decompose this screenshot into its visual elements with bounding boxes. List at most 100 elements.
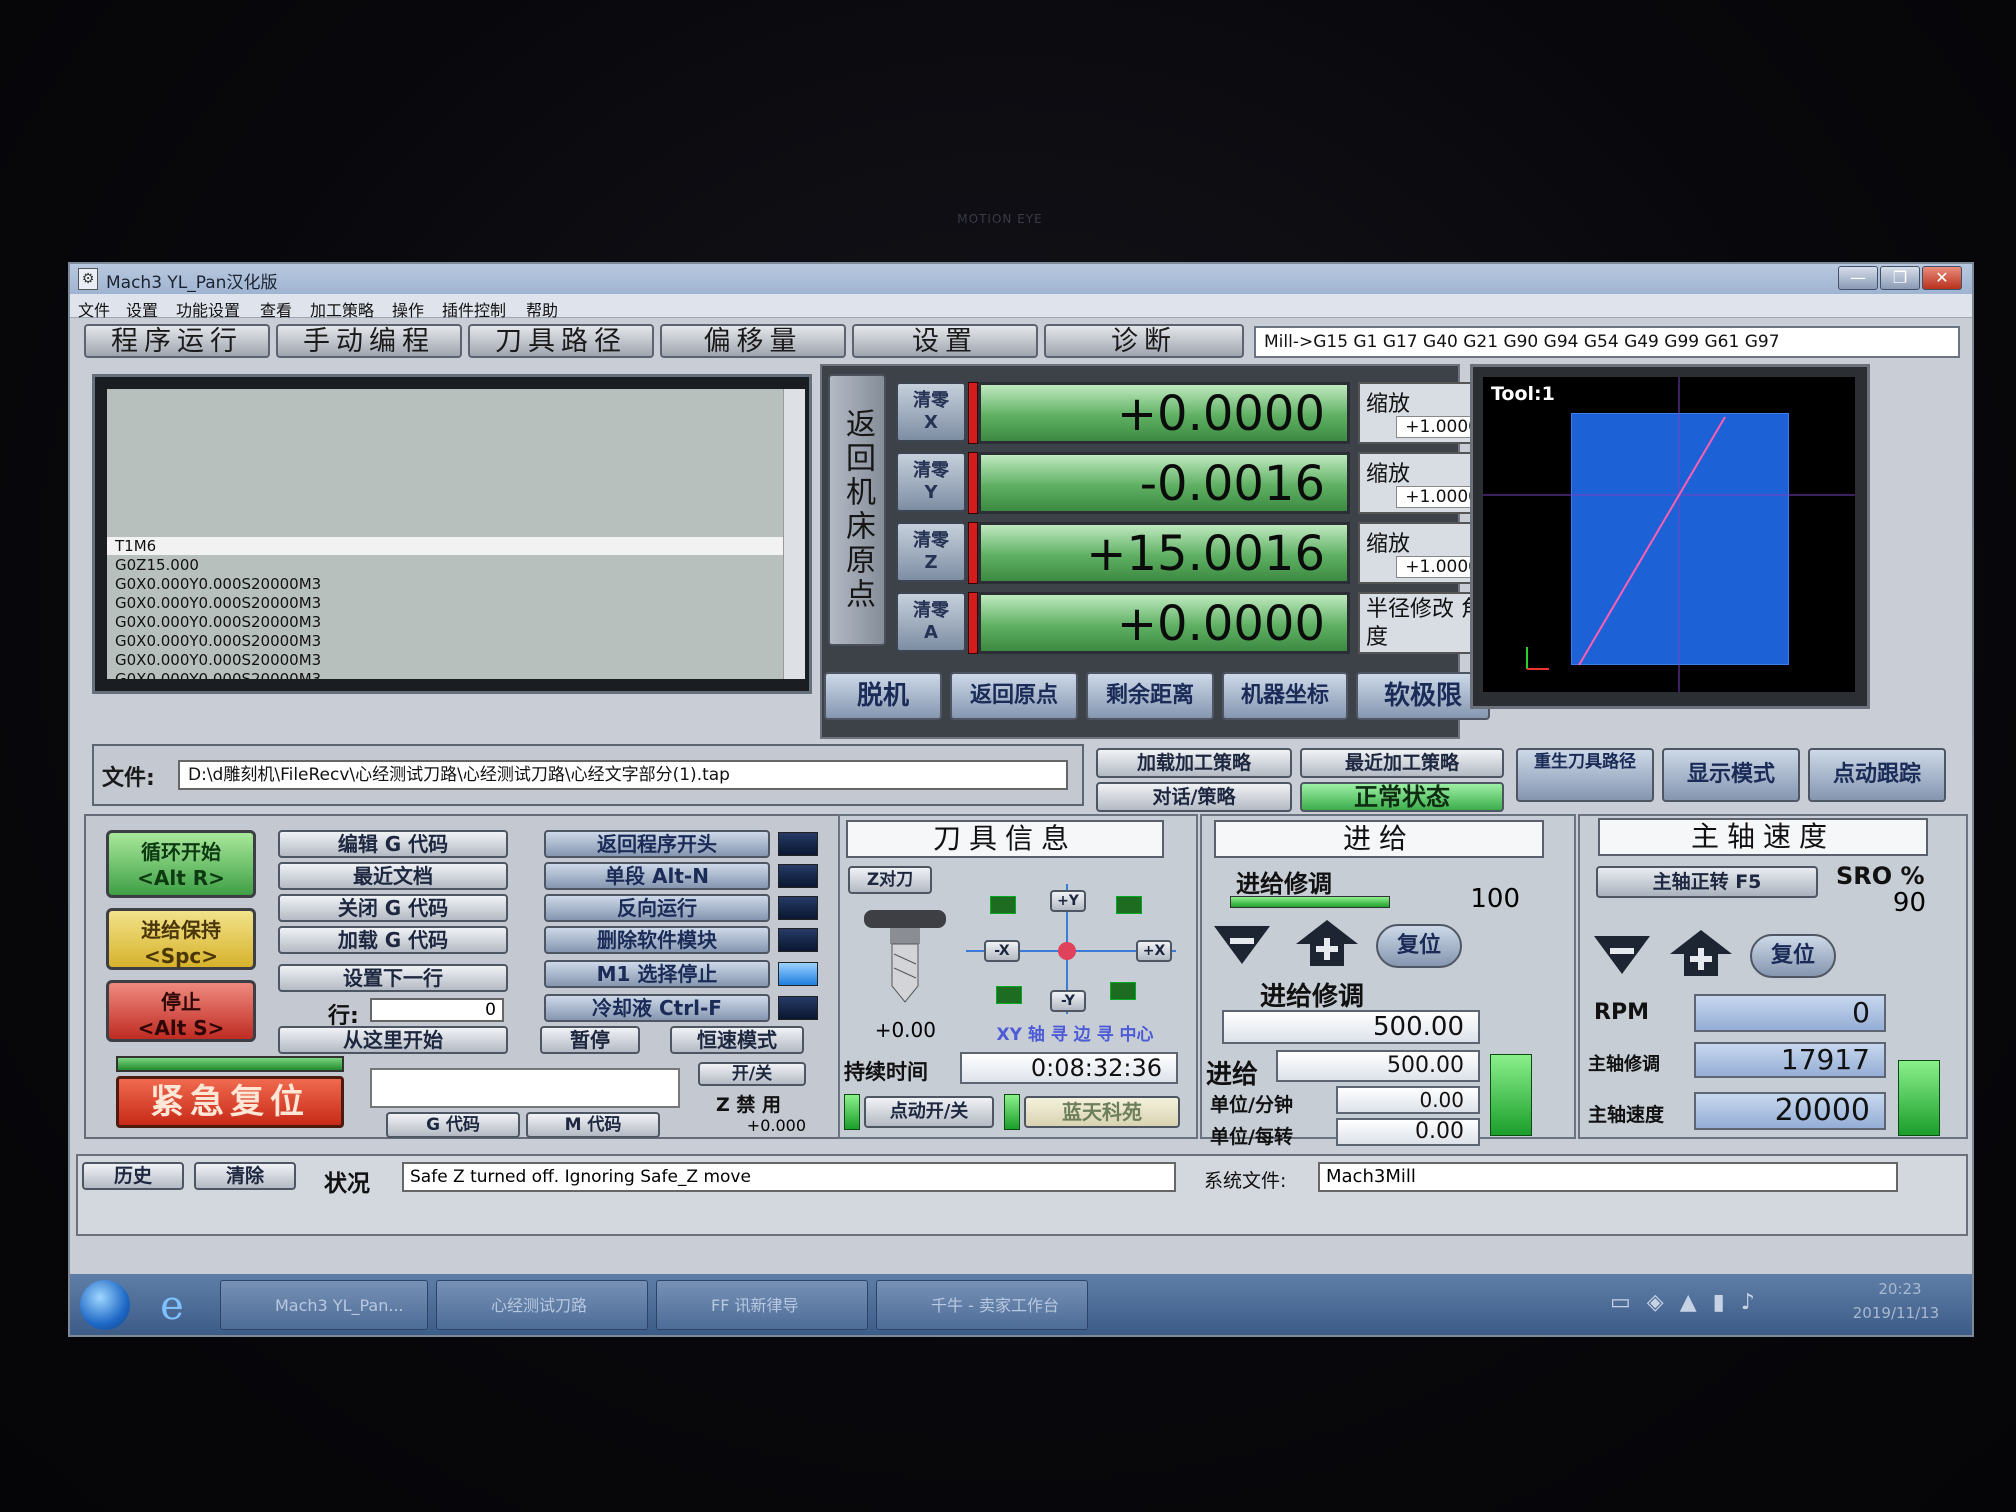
z-inhibit-toggle[interactable]: 开/关 [698,1062,806,1086]
tab-offsets[interactable]: 偏移量 [660,324,846,358]
a-dro[interactable]: +0.0000 [978,592,1350,654]
feed-hold-button[interactable]: 进给保持 <Spc> [106,908,256,970]
taskbar-mach3[interactable]: Mach3 YL_Pan... [220,1280,428,1330]
arrow-up-icon [1670,930,1732,976]
set-next-line-button[interactable]: 设置下一行 [278,964,508,992]
taskbar-qianniu[interactable]: 千牛 - 卖家工作台 [876,1280,1088,1330]
menu-function-config[interactable]: 功能设置 [176,297,240,321]
menu-view[interactable]: 查看 [260,297,292,321]
monitor-logo: MOTION EYE [957,212,1043,226]
edge-led-ur[interactable] [1116,896,1142,914]
clear-button[interactable]: 清除 [194,1162,296,1190]
last-wizard-button[interactable]: 最近加工策略 [1300,748,1504,778]
tab-diagnostics[interactable]: 诊断 [1044,324,1244,358]
taskbar-ff-app[interactable]: FF 讯新律导 [656,1280,868,1330]
z-touch-button[interactable]: Z对刀 [848,866,932,894]
gcode-scrollbar[interactable] [783,389,805,679]
menu-help[interactable]: 帮助 [526,297,558,321]
minus-x-button[interactable]: -X [984,940,1020,962]
mcodes-button[interactable]: M 代码 [526,1112,660,1138]
feed-up-button[interactable] [1292,918,1362,968]
jog-toggle-button[interactable]: 点动开/关 [864,1096,994,1128]
reset-button[interactable]: 紧急复位 [116,1076,344,1128]
feed-reset-button[interactable]: 复位 [1376,924,1462,968]
menu-file[interactable]: 文件 [78,297,110,321]
zero-y-button[interactable]: 清零 Y [896,452,966,512]
spindle-speed-input[interactable]: 20000 [1694,1092,1886,1130]
zero-x-button[interactable]: 清零 X [896,382,966,442]
gcode-list[interactable]: T1M6 G0Z15.000 G0X0.000Y0.000S20000M3 G0… [107,389,783,679]
ie-icon[interactable]: e [150,1284,194,1328]
normal-condition-button[interactable]: 正常状态 [1300,782,1504,812]
dist-to-go-button[interactable]: 剩余距离 [1086,672,1214,720]
ref-all-home-button[interactable]: 返回机床原点 [828,374,886,646]
app-icon: ⚙ [78,268,98,290]
arrow-down-icon [1214,926,1270,964]
display-mode-button[interactable]: 显示模式 [1662,748,1800,802]
reverse-run-button[interactable]: 反向运行 [544,894,770,922]
units-per-min-value: 0.00 [1336,1086,1480,1114]
single-block-button[interactable]: 单段 Alt-N [544,862,770,890]
gcodes-button[interactable]: G 代码 [386,1112,520,1138]
coolant-button[interactable]: 冷却液 Ctrl-F [544,994,770,1022]
run-from-here-button[interactable]: 从这里开始 [278,1026,508,1054]
spindle-up-button[interactable] [1666,928,1736,978]
conversational-button[interactable]: 对话/策略 [1096,782,1292,812]
plus-y-button[interactable]: +Y [1050,890,1086,912]
machine-coords-button[interactable]: 机器坐标 [1222,672,1348,720]
stop-button[interactable]: 停止 <Alt S> [106,980,256,1042]
tab-program-run[interactable]: 程序运行 [84,324,270,358]
y-dro[interactable]: -0.0016 [978,452,1350,514]
feed-down-button[interactable] [1210,922,1274,968]
tab-settings[interactable]: 设置 [852,324,1038,358]
edge-led-ll[interactable] [996,986,1022,1004]
menu-config[interactable]: 设置 [126,297,158,321]
minimize-button[interactable]: — [1838,266,1878,290]
start-button[interactable] [80,1280,130,1330]
menu-operator[interactable]: 操作 [392,297,424,321]
spindle-down-button[interactable] [1590,932,1654,978]
status-area: 历史 清除 状况 Safe Z turned off. Ignoring Saf… [76,1154,1968,1236]
mdi-input[interactable] [370,1068,680,1108]
minus-y-button[interactable]: -Y [1050,990,1086,1012]
history-button[interactable]: 历史 [82,1162,184,1190]
rewind-button[interactable]: 返回程序开头 [544,830,770,858]
spindle-reset-button[interactable]: 复位 [1750,934,1836,978]
spindle-cw-button[interactable]: 主轴正转 F5 [1596,866,1818,898]
maximize-button[interactable]: ❐ [1880,266,1920,290]
line-number-input[interactable]: 0 [370,998,504,1022]
offline-button[interactable]: 脱机 [824,672,942,720]
tab-toolpath[interactable]: 刀具路径 [468,324,654,358]
jog-led [844,1094,860,1130]
pause-button[interactable]: 暂停 [540,1026,640,1054]
feed-override-input[interactable]: 500.00 [1222,1010,1480,1044]
plus-x-button[interactable]: +X [1136,940,1172,962]
menu-wizards[interactable]: 加工策略 [310,297,374,321]
toolpath-view[interactable]: Tool:1 [1483,377,1855,692]
tray-icons[interactable]: ▭◈▲▮♪ [1610,1290,1760,1320]
jog-follow-button[interactable]: 点动跟踪 [1808,748,1946,802]
regen-toolpath-button[interactable]: 重生刀具路径 [1516,748,1654,802]
brand-button[interactable]: 蓝天科苑 [1024,1096,1180,1128]
load-gcode-button[interactable]: 加载 G 代码 [278,926,508,954]
close-button[interactable]: ✕ [1922,266,1962,290]
css-mode-button[interactable]: 恒速模式 [670,1026,804,1054]
radius-correction-label: 半径修改 角度 [1366,597,1483,650]
x-dro[interactable]: +0.0000 [978,382,1350,444]
zero-a-button[interactable]: 清零 A [896,592,966,652]
menu-plugin-control[interactable]: 插件控制 [442,297,506,321]
close-gcode-button[interactable]: 关闭 G 代码 [278,894,508,922]
edge-led-lr[interactable] [1110,982,1136,1000]
z-dro[interactable]: +15.0016 [978,522,1350,584]
recent-file-button[interactable]: 最近文档 [278,862,508,890]
goto-zero-button[interactable]: 返回原点 [950,672,1078,720]
zero-z-button[interactable]: 清零 Z [896,522,966,582]
load-wizards-button[interactable]: 加载加工策略 [1096,748,1292,778]
tab-mdi[interactable]: 手动编程 [276,324,462,358]
block-delete-button[interactable]: 删除软件模块 [544,926,770,954]
edge-led-ul[interactable] [990,896,1016,914]
optional-stop-button[interactable]: M1 选择停止 [544,960,770,988]
edit-gcode-button[interactable]: 编辑 G 代码 [278,830,508,858]
taskbar-folder[interactable]: 心经测试刀路 [436,1280,648,1330]
cycle-start-button[interactable]: 循环开始 <Alt R> [106,830,256,898]
